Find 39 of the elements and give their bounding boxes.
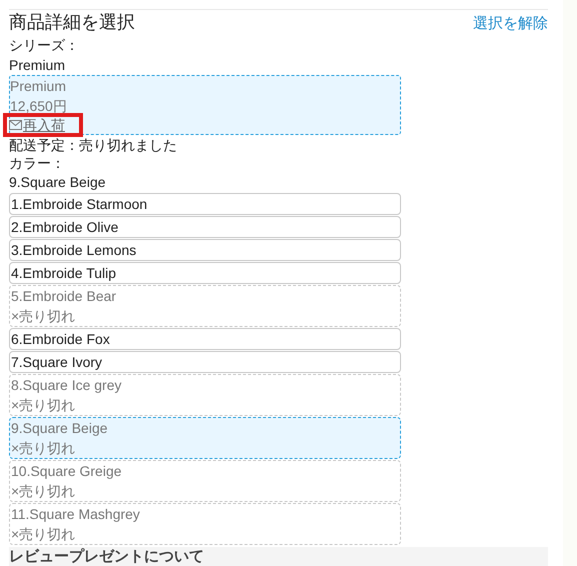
option-name: 3.Embroide Lemons (11, 241, 136, 260)
option-name: 10.Square Greige (11, 462, 122, 481)
option-name: 2.Embroide Olive (11, 218, 118, 237)
sold-out-label: ×売り切れ (11, 307, 76, 326)
clear-selection-link[interactable]: 選択を解除 (473, 13, 548, 35)
option-name: 8.Square Ice grey (11, 376, 122, 395)
color-option[interactable]: 11.Square Mashgrey ×売り切れ (9, 503, 401, 545)
color-option[interactable]: 3.Embroide Lemons (9, 239, 401, 261)
series-value: Premium (9, 56, 66, 75)
color-option[interactable]: 7.Square Ivory (9, 351, 401, 373)
option-name: 11.Square Mashgrey (11, 505, 140, 524)
option-name: 4.Embroide Tulip (11, 264, 116, 283)
section-title: 商品詳細を選択 (9, 11, 135, 33)
sold-out-label: ×売り切れ (11, 525, 76, 544)
color-option[interactable]: 1.Embroide Starmoon (9, 193, 401, 215)
color-option[interactable]: 8.Square Ice grey ×売り切れ (9, 374, 401, 416)
color-option[interactable]: 4.Embroide Tulip (9, 262, 401, 284)
option-name: 9.Square Beige (11, 419, 108, 438)
option-name: 6.Embroide Fox (11, 330, 110, 349)
sold-out-label: ×売り切れ (11, 396, 76, 415)
option-price: 12,650円 (10, 97, 67, 116)
color-option[interactable]: 10.Square Greige ×売り切れ (9, 460, 401, 502)
color-option[interactable]: 6.Embroide Fox (9, 328, 401, 350)
restock-link[interactable]: 再入荷 (9, 117, 65, 133)
color-option[interactable]: 9.Square Beige ×売り切れ (9, 417, 401, 459)
option-name: 7.Square Ivory (11, 353, 102, 372)
mail-icon (9, 120, 22, 130)
color-label: カラー： (9, 154, 66, 172)
option-name: Premium (10, 77, 66, 96)
sold-out-label: ×売り切れ (11, 482, 76, 501)
color-option[interactable]: 5.Embroide Bear ×売り切れ (9, 285, 401, 327)
color-option[interactable]: 2.Embroide Olive (9, 216, 401, 238)
next-section-title: レビュープレゼントについて (9, 548, 204, 566)
delivery-text: 配送予定：売り切れました (9, 136, 178, 154)
color-value: 9.Square Beige (9, 173, 107, 192)
option-name: 5.Embroide Bear (11, 287, 116, 306)
series-label: シリーズ： (9, 36, 80, 55)
option-name: 1.Embroide Starmoon (11, 195, 148, 214)
sold-out-label: ×売り切れ (11, 439, 76, 458)
